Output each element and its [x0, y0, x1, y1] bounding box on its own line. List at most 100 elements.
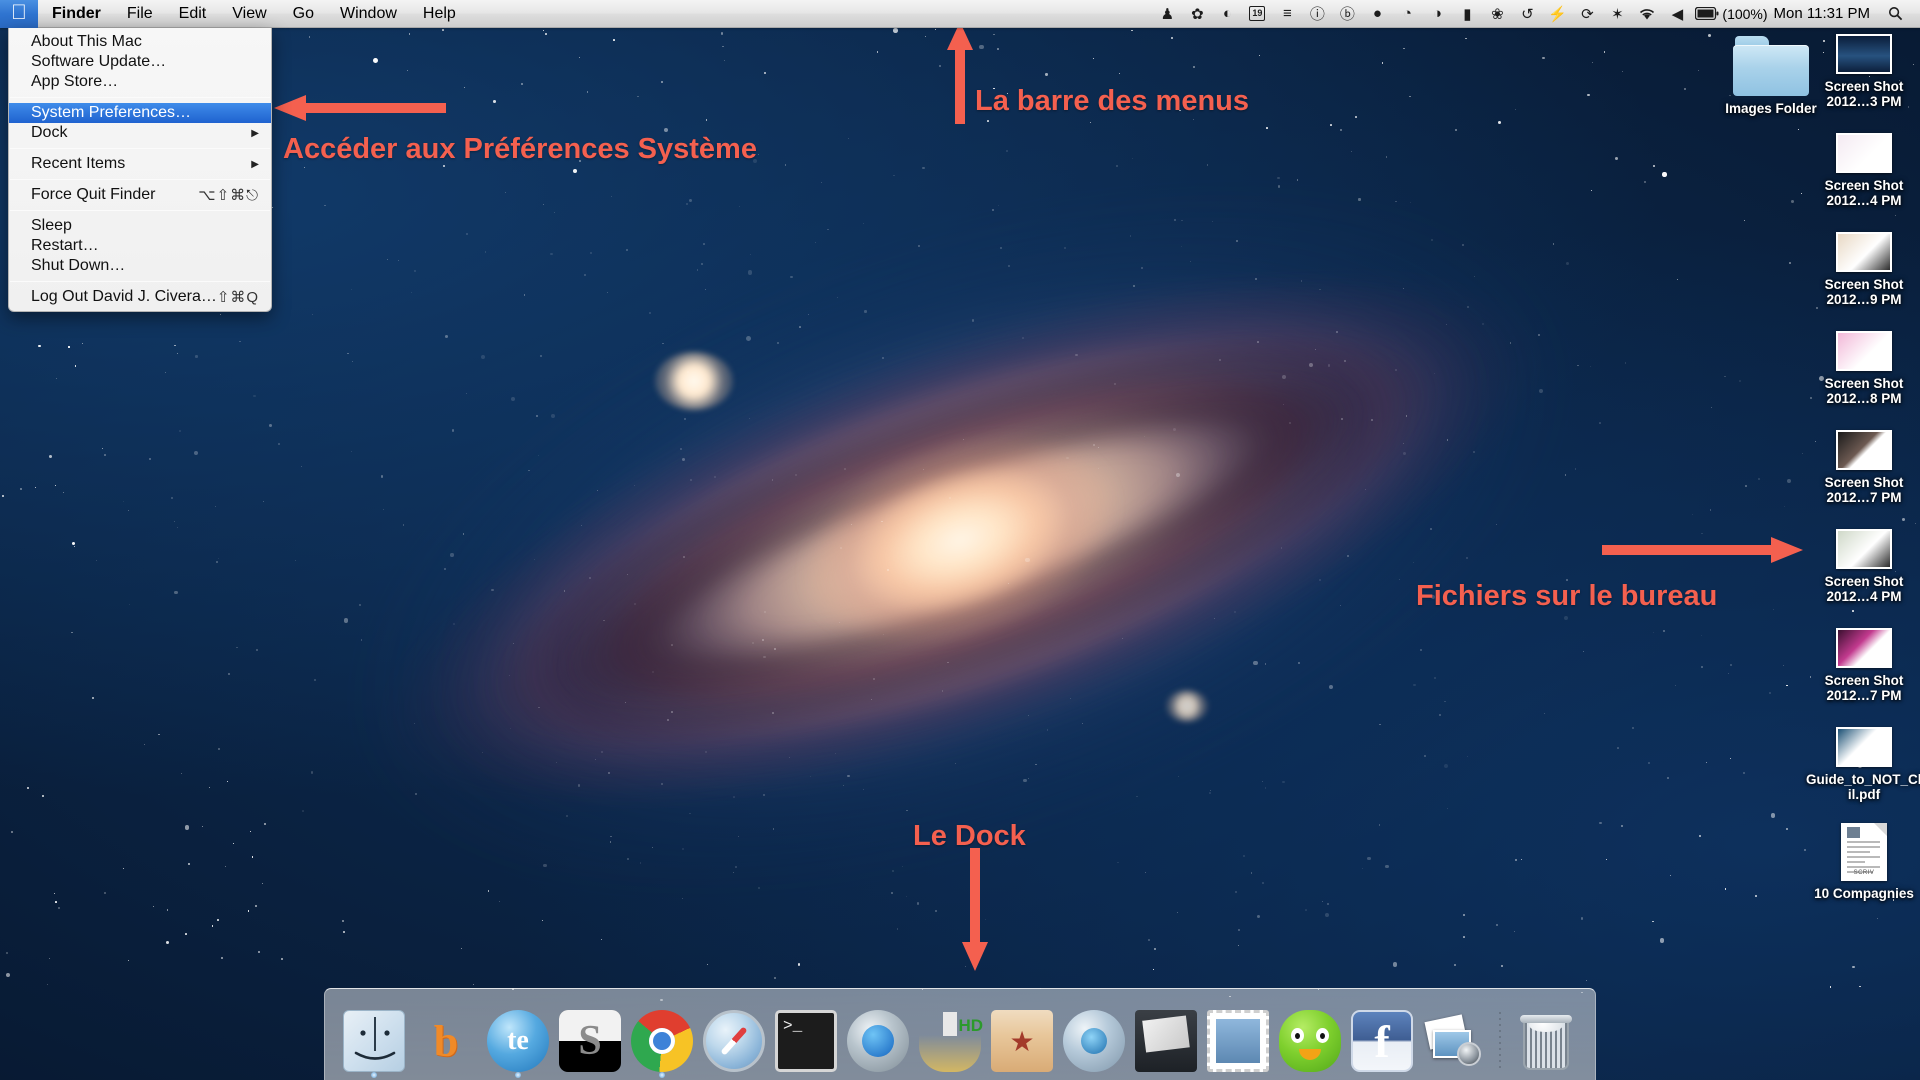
duck-icon	[1279, 1010, 1341, 1072]
screenshot-thumbnail-icon	[1836, 331, 1892, 371]
apple-logo-icon: 	[11, 2, 27, 23]
menu-item-recent-items[interactable]: Recent Items▶	[9, 154, 271, 174]
battery-percent-label: (100%)	[1722, 6, 1769, 22]
dock-trash[interactable]	[1513, 1006, 1579, 1072]
dock-duck[interactable]	[1277, 1006, 1343, 1072]
desktop-icon-screenshot-7[interactable]: Screen Shot 2012…7 PM	[1805, 628, 1920, 703]
menu-item-about-this-mac[interactable]: About This Mac	[9, 32, 271, 52]
annotation-desktop-files: Fichiers sur le bureau	[1416, 580, 1717, 613]
menu-separator	[10, 179, 270, 180]
desktop-icon-screenshot-6[interactable]: Screen Shot 2012…4 PM	[1805, 529, 1920, 604]
dock-facebook[interactable]: f	[1349, 1006, 1415, 1072]
menu-separator	[10, 210, 270, 211]
droplet-icon[interactable]: ●	[1362, 0, 1392, 28]
desktop-icon-screenshot-5[interactable]: Screen Shot 2012…7 PM	[1805, 430, 1920, 505]
desktop-icon-screenshot-3[interactable]: Screen Shot 2012…9 PM	[1805, 232, 1920, 307]
wifi-icon[interactable]	[1632, 0, 1662, 28]
desktop-icon-label: Screen Shot 2012…7 PM	[1806, 475, 1920, 505]
menu-item-label: Software Update…	[31, 53, 166, 71]
box-icon: ★	[991, 1010, 1053, 1072]
desktop-icon-screenshot-1[interactable]: Screen Shot 2012…3 PM	[1805, 34, 1920, 109]
desktop-icon-compagnies-doc[interactable]: SCRIV10 Compagnies	[1805, 823, 1920, 901]
menu-bar-item-finder[interactable]: Finder	[38, 0, 114, 28]
disk-icon[interactable]: ◑	[1422, 0, 1452, 28]
time-machine-icon[interactable]: ↺	[1512, 0, 1542, 28]
annotation-dock: Le Dock	[913, 820, 1026, 853]
desktop-icon-label: Screen Shot 2012…3 PM	[1806, 79, 1920, 109]
dock[interactable]: bte >_ ★ f	[324, 988, 1596, 1080]
dock-quicktime[interactable]	[845, 1006, 911, 1072]
submenu-arrow-icon: ▶	[251, 128, 259, 139]
menu-bar-item-view[interactable]: View	[219, 0, 279, 28]
facebook-icon: f	[1351, 1010, 1413, 1072]
menu-bar-item-edit[interactable]: Edit	[166, 0, 220, 28]
dock-chrome[interactable]	[629, 1006, 695, 1072]
dock-iphoto[interactable]	[1421, 1006, 1487, 1072]
duck-eye-right	[1316, 1028, 1329, 1043]
dock-mail[interactable]	[1205, 1006, 1271, 1072]
timer-icon[interactable]: ⓑ	[1332, 0, 1362, 28]
menu-item-label: Force Quit Finder	[31, 186, 155, 204]
paw-icon[interactable]: ❀	[1482, 0, 1512, 28]
menu-bar-item-file[interactable]: File	[114, 0, 166, 28]
flash-icon[interactable]: ⚡	[1542, 0, 1572, 28]
battery-meter-icon[interactable]: ▮	[1452, 0, 1482, 28]
safari-icon	[703, 1010, 765, 1072]
dock-safari[interactable]	[701, 1006, 767, 1072]
menu-item-log-out-david-j-civera[interactable]: Log Out David J. Civera…⇧⌘Q	[9, 287, 271, 307]
bluetooth-icon[interactable]: ✶	[1602, 0, 1632, 28]
preview-icon	[1135, 1010, 1197, 1072]
crashplan-icon[interactable]: ✿	[1182, 0, 1212, 28]
notes-icon[interactable]: ≡	[1272, 0, 1302, 28]
screenshot-thumbnail-icon	[1836, 34, 1892, 74]
menu-item-sleep[interactable]: Sleep	[9, 216, 271, 236]
dock-scrivener[interactable]	[557, 1006, 623, 1072]
arrow-to-dock	[955, 848, 995, 973]
volume-icon[interactable]: ◀	[1662, 0, 1692, 28]
dock-preview[interactable]	[1133, 1006, 1199, 1072]
menu-item-system-preferences[interactable]: System Preferences…	[9, 103, 271, 123]
menu-separator	[10, 148, 270, 149]
desktop-icon-screenshot-4[interactable]: Screen Shot 2012…8 PM	[1805, 331, 1920, 406]
dock-box[interactable]: ★	[989, 1006, 1055, 1072]
screenshot-thumbnail-icon	[1836, 430, 1892, 470]
menu-bar-item-window[interactable]: Window	[327, 0, 410, 28]
menu-item-shut-down[interactable]: Shut Down…	[9, 256, 271, 276]
apple-dropdown-menu[interactable]: About This MacSoftware Update…App Store……	[8, 28, 272, 312]
document-icon: SCRIV	[1841, 823, 1887, 881]
calendar-day-icon[interactable]: 19	[1242, 0, 1272, 28]
menu-item-shortcut: ⌥⇧⌘⎋	[198, 186, 259, 204]
sync-icon[interactable]: ⟳	[1572, 0, 1602, 28]
duck-beak	[1299, 1049, 1321, 1060]
menu-item-label: Shut Down…	[31, 257, 125, 275]
moon-phase-icon[interactable]: ◐	[1212, 0, 1242, 28]
dock-terminal[interactable]: >_	[773, 1006, 839, 1072]
alarm-clock-icon[interactable]: ◔	[1392, 0, 1422, 28]
dock-finder[interactable]	[341, 1006, 407, 1072]
menu-item-label: Sleep	[31, 217, 72, 235]
menu-item-restart[interactable]: Restart…	[9, 236, 271, 256]
menu-bar-item-help[interactable]: Help	[410, 0, 469, 28]
iphoto-icon	[1423, 1010, 1485, 1072]
dock-bowtie[interactable]: b	[413, 1006, 479, 1072]
spotlight-search-icon[interactable]	[1880, 0, 1910, 28]
dock-disk-utility[interactable]	[1061, 1006, 1127, 1072]
menu-item-label: Log Out David J. Civera…	[31, 288, 217, 306]
menu-bar:  FinderFileEditViewGoWindowHelp ♟✿◐19≡ⓘ…	[0, 0, 1920, 28]
dock-flask-hd[interactable]	[917, 1006, 983, 1072]
submenu-arrow-icon: ▶	[251, 159, 259, 170]
battery-icon[interactable]	[1692, 0, 1722, 28]
menu-item-label: Dock	[31, 124, 67, 142]
menu-item-force-quit-finder[interactable]: Force Quit Finder ⌥⇧⌘⎋	[9, 185, 271, 205]
istat-icon[interactable]: ⓘ	[1302, 0, 1332, 28]
desktop-icon-guide-pdf[interactable]: Guide_to_NOT_Chec…il.pdf	[1805, 727, 1920, 802]
menu-bar-clock[interactable]: Mon 11:31 PM	[1770, 5, 1880, 22]
dock-textexpander[interactable]: te	[485, 1006, 551, 1072]
dropbox-icon[interactable]: ♟	[1152, 0, 1182, 28]
menu-item-dock[interactable]: Dock ▶	[9, 123, 271, 143]
menu-item-app-store[interactable]: App Store…	[9, 72, 271, 92]
apple-menu-button[interactable]: 	[0, 0, 38, 28]
desktop-icon-screenshot-2[interactable]: Screen Shot 2012…4 PM	[1805, 133, 1920, 208]
menu-item-software-update[interactable]: Software Update…	[9, 52, 271, 72]
menu-bar-item-go[interactable]: Go	[280, 0, 327, 28]
